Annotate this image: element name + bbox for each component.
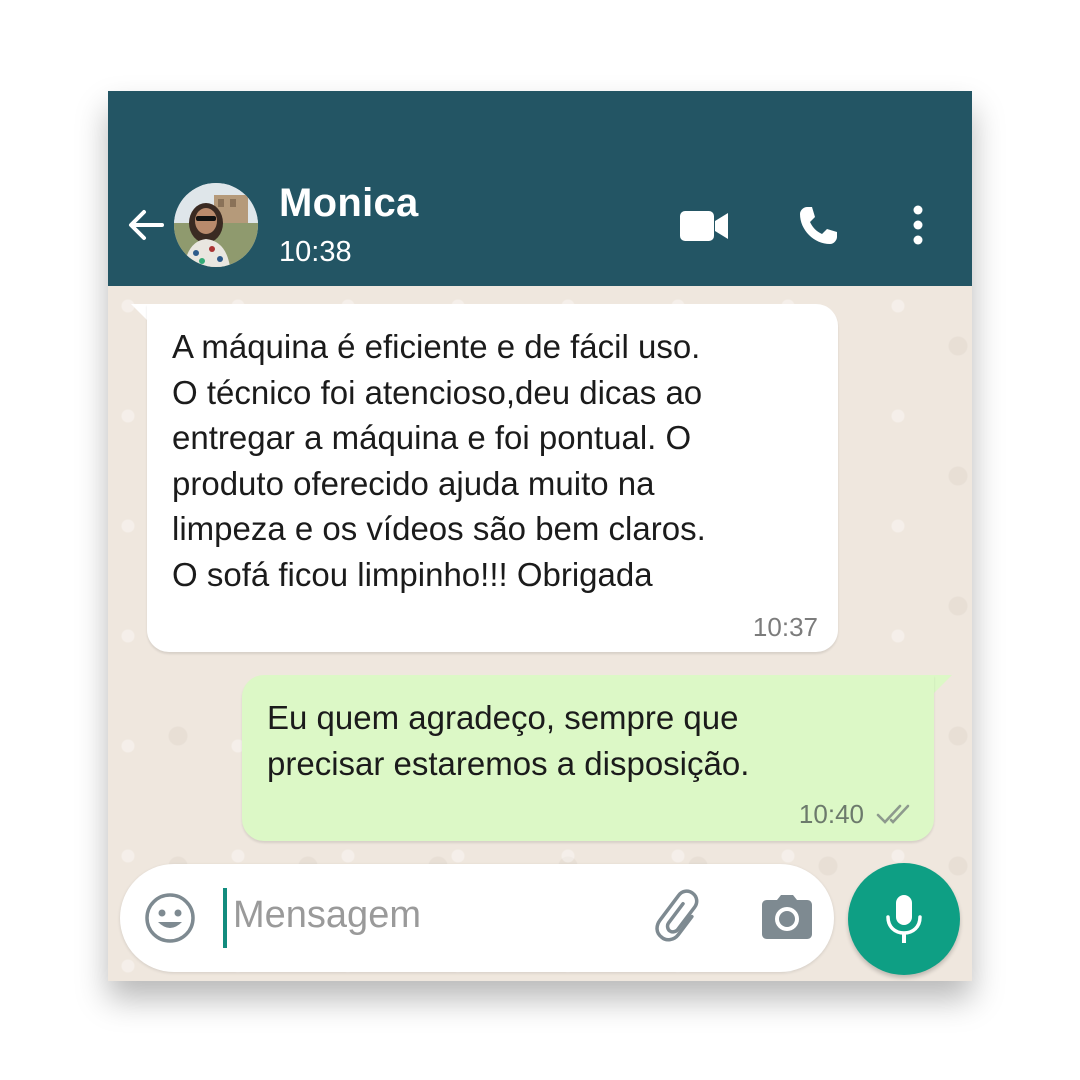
contact-name[interactable]: Monica [279,181,419,226]
more-options-icon[interactable] [904,203,932,247]
attach-icon[interactable] [652,888,712,948]
message-text: Eu quem agradeço, sempre que precisar es… [267,699,750,782]
video-call-icon[interactable] [678,208,730,244]
back-arrow-icon[interactable] [124,203,168,247]
last-seen-time: 10:38 [279,236,352,268]
double-check-icon [876,804,910,824]
phone-call-icon[interactable] [796,204,840,248]
chat-window: Monica 10:38 A máquina é eficiente e de … [108,91,972,981]
outgoing-bubble-tail [934,675,952,693]
message-text: A máquina é eficiente e de fácil uso. O … [172,328,706,593]
message-time: 10:37 [752,612,818,642]
message-input[interactable]: Mensagem [233,894,421,937]
camera-icon[interactable] [761,892,813,942]
message-time: 10:40 [798,799,864,829]
outgoing-message[interactable]: Eu quem agradeço, sempre que precisar es… [242,675,934,841]
emoji-icon[interactable] [144,892,196,944]
voice-record-button[interactable] [848,863,960,975]
microphone-icon [886,895,922,943]
chat-header: Monica 10:38 [108,91,972,286]
text-cursor [223,888,227,948]
message-composer[interactable]: Mensagem [120,864,834,972]
incoming-message[interactable]: A máquina é eficiente e de fácil uso. O … [147,304,838,652]
avatar[interactable] [174,183,258,267]
